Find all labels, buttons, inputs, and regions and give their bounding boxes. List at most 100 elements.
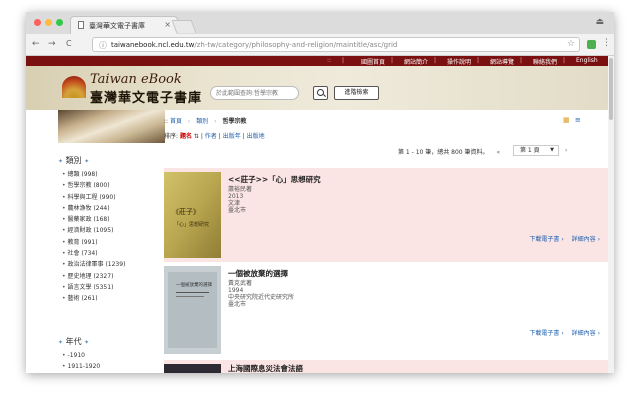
page-scrollbar[interactable] [608, 56, 614, 373]
category-list-item[interactable]: 科學與工程 (990) [62, 192, 125, 203]
category-list-item[interactable]: 教育 (991) [62, 237, 125, 248]
url-path: /zh-tw/category/philosophy-and-religion/… [194, 41, 398, 49]
sidebar-book-photo [58, 110, 165, 143]
site-top-nav: :: | 國圖首頁 | 網站簡介 | 操作說明 | 網站導覽 | 聯絡我們 | … [26, 56, 608, 66]
sort-separator: | [242, 133, 245, 140]
search-input[interactable] [210, 86, 299, 100]
address-bar[interactable]: ⓘ taiwanebook.ncl.edu.tw/zh-tw/category/… [92, 37, 580, 52]
back-button[interactable]: ← [32, 39, 40, 49]
chevron-down-icon: ▼ [550, 147, 554, 153]
category-list: 總類 (998)哲學宗教 (800)科學與工程 (990)農林漁牧 (244)醫… [62, 169, 126, 305]
era-list-item[interactable]: 1911-1920 [62, 361, 101, 372]
category-list-item[interactable]: 農林漁牧 (244) [62, 203, 125, 214]
sort-by-year[interactable]: 出版年 [223, 133, 241, 140]
tab-close-icon[interactable]: × [164, 20, 171, 29]
details-link[interactable]: 詳細內容 [572, 330, 596, 337]
cover-title-text: 一個被放棄的選擇 [176, 281, 212, 288]
profile-icon[interactable]: ⏏ [595, 17, 604, 27]
topnav-item-sitemap[interactable]: 網站導覽 [490, 57, 514, 66]
close-window-button[interactable] [34, 19, 41, 26]
book-cover-thumbnail[interactable]: 《莊子》 「心」思想研究 [164, 172, 221, 258]
topnav-separator: | [563, 57, 566, 64]
scrollbar-thumb[interactable] [609, 58, 613, 120]
category-list-item[interactable]: 語言文學 (5351) [62, 282, 125, 293]
pager-prev-button[interactable]: « [496, 149, 500, 156]
advanced-search-button[interactable]: 進階檢索 [334, 86, 379, 100]
topnav-item-help[interactable]: 操作說明 [447, 57, 471, 66]
pager-next-button[interactable]: › [565, 147, 567, 154]
active-tab[interactable]: 臺灣華文電子書庫 × [70, 16, 178, 34]
heading-ornament-icon: ✦ [84, 339, 90, 346]
record-actions: 下載電子書 › 詳細內容 › [529, 328, 600, 337]
category-list-item[interactable]: 經濟財政 (1095) [62, 225, 125, 236]
heading-ornament-icon: ✦ [58, 158, 64, 165]
book-cover-thumbnail[interactable] [164, 364, 221, 373]
category-list-item[interactable]: 總類 (998) [62, 169, 125, 180]
browser-menu-icon[interactable]: ⋮ [602, 38, 611, 48]
url-host: taiwanebook.ncl.edu.tw [111, 41, 195, 49]
forward-button[interactable]: → [48, 39, 56, 49]
sort-direction-icon[interactable]: ⇅ [194, 133, 199, 140]
logo-english[interactable]: Taiwan eBook [90, 72, 182, 87]
logo-chinese[interactable]: 臺灣華文電子書庫 [90, 87, 202, 106]
list-view-icon[interactable]: ≡ [575, 116, 581, 124]
era-list: -19101911-1920 [62, 350, 101, 373]
site-info-icon[interactable]: ⓘ [99, 40, 107, 51]
record-author: 蕭裕民著 [228, 186, 253, 193]
era-heading: ✦ 年代 ✦ [58, 336, 89, 347]
sort-by-author[interactable]: 作者 [205, 133, 217, 140]
bookmark-star-icon[interactable]: ☆ [567, 39, 575, 49]
download-ebook-link[interactable]: 下載電子書 [529, 236, 559, 243]
page-icon [78, 21, 84, 29]
record-publisher: 文津 [228, 200, 241, 207]
chevron-right-icon: › [561, 236, 564, 243]
record-item: 一個被放棄的選擇 一個被放棄的選擇 黃克武著 1994 中央研究院近代史研究所 … [164, 262, 608, 356]
page-select[interactable]: 第 1 頁 ▼ [513, 145, 559, 156]
minimize-window-button[interactable] [45, 19, 52, 26]
topnav-separator: | [477, 57, 480, 64]
topnav-item-english[interactable]: English [576, 57, 598, 64]
new-tab-button[interactable] [171, 20, 197, 33]
page-select-value: 第 1 頁 [520, 147, 540, 154]
site-header: Taiwan eBook 臺灣華文電子書庫 進階檢索 [26, 66, 608, 110]
category-list-item[interactable]: 社會 (734) [62, 248, 125, 259]
sort-by-place[interactable]: 出版地 [247, 133, 265, 140]
download-ebook-link[interactable]: 下載電子書 [529, 330, 559, 337]
url-text: taiwanebook.ncl.edu.tw/zh-tw/category/ph… [111, 41, 397, 49]
extension-icon[interactable] [587, 40, 596, 49]
breadcrumb-home[interactable]: 首頁 [170, 118, 182, 125]
category-list-item[interactable]: 藝術 (261) [62, 293, 125, 304]
details-link[interactable]: 詳細內容 [572, 236, 596, 243]
category-heading-label: 類別 [65, 156, 82, 165]
record-place: 臺北市 [228, 207, 247, 214]
book-cover-thumbnail[interactable]: 一個被放棄的選擇 [164, 266, 221, 354]
record-year: 2013 [228, 193, 244, 200]
grid-view-icon[interactable]: ▦ [563, 116, 570, 124]
record-place: 臺北市 [228, 301, 247, 308]
tab-title: 臺灣華文電子書庫 [89, 22, 145, 30]
category-list-item[interactable]: 哲學宗教 (800) [62, 180, 125, 191]
category-list-item[interactable]: 歷史地理 (2327) [62, 271, 125, 282]
record-title[interactable]: <<莊子>>「心」思想研究 [228, 174, 321, 185]
topnav-item-contact[interactable]: 聯絡我們 [533, 57, 557, 66]
record-title[interactable]: 一個被放棄的選擇 [228, 268, 288, 279]
record-meta: 黃克武著 1994 中央研究院近代史研究所 臺北市 [228, 280, 294, 308]
book-fan-logo-icon[interactable] [62, 76, 86, 98]
era-list-item[interactable]: -1910 [62, 350, 100, 361]
topnav-item-about[interactable]: 網站簡介 [404, 57, 428, 66]
breadcrumb-arrow-icon: › [187, 118, 191, 125]
zoom-window-button[interactable] [56, 19, 63, 26]
view-toggle: ▦ ≡ [563, 116, 581, 124]
category-list-item[interactable]: 醫藥家政 (168) [62, 214, 125, 225]
record-title[interactable]: 上海國際息災法會法語 [228, 363, 303, 373]
record-publisher: 中央研究院近代史研究所 [228, 294, 295, 301]
breadcrumb-category[interactable]: 類別 [196, 118, 208, 125]
topnav-item-ncl-home[interactable]: 國圖首頁 [361, 57, 385, 66]
sort-by-title[interactable]: 題名 [180, 133, 192, 140]
category-list-item[interactable]: 政治法律軍事 (1239) [62, 259, 126, 270]
record-item: 上海國際息災法會法語 [164, 360, 608, 373]
search-button[interactable] [313, 86, 328, 100]
reload-button[interactable]: C [66, 39, 72, 48]
chevron-right-icon: › [597, 236, 600, 243]
pager-summary: 第 1 - 10 筆，總共 800 筆資料。 « [398, 147, 500, 156]
